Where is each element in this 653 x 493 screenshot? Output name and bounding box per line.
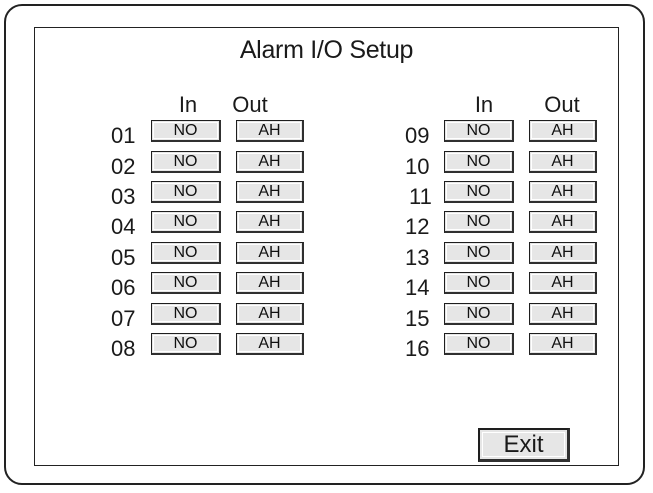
alarm-out-field-14[interactable]: AH [529, 272, 597, 294]
channel-number: 16 [405, 336, 430, 361]
alarm-out-field-03[interactable]: AH [236, 181, 304, 203]
alarm-out-field-04[interactable]: AH [236, 211, 304, 233]
alarm-in-field-10[interactable]: NO [444, 151, 514, 173]
alarm-out-field-09[interactable]: AH [529, 120, 597, 142]
channel-number: 01 [111, 123, 136, 148]
channel-number: 02 [111, 154, 136, 179]
channel-number: 04 [111, 214, 136, 239]
channel-number: 10 [405, 154, 430, 179]
alarm-in-field-05[interactable]: NO [151, 242, 221, 264]
page-title: Alarm I/O Setup [239, 36, 414, 64]
exit-button[interactable]: Exit [478, 428, 570, 462]
alarm-out-field-11[interactable]: AH [529, 181, 597, 203]
alarm-in-field-02[interactable]: NO [151, 151, 221, 173]
in-column-header-right: In [474, 92, 494, 117]
alarm-out-field-16[interactable]: AH [529, 333, 597, 355]
alarm-out-field-13[interactable]: AH [529, 242, 597, 264]
alarm-out-field-01[interactable]: AH [236, 120, 304, 142]
out-column-header-left: Out [232, 92, 268, 117]
channel-number: 05 [111, 245, 136, 270]
channel-number: 15 [405, 306, 430, 331]
alarm-in-field-16[interactable]: NO [444, 333, 514, 355]
alarm-out-field-05[interactable]: AH [236, 242, 304, 264]
channel-number: 06 [111, 275, 136, 300]
alarm-in-field-14[interactable]: NO [444, 272, 514, 294]
channel-number: 08 [111, 336, 136, 361]
alarm-in-field-08[interactable]: NO [151, 333, 221, 355]
channel-number: 12 [405, 214, 430, 239]
channel-number: 03 [111, 184, 136, 209]
alarm-in-field-06[interactable]: NO [151, 272, 221, 294]
alarm-out-field-15[interactable]: AH [529, 303, 597, 325]
channel-number: 11 [409, 184, 432, 209]
alarm-out-field-07[interactable]: AH [236, 303, 304, 325]
alarm-out-field-08[interactable]: AH [236, 333, 304, 355]
channel-number: 14 [405, 275, 430, 300]
alarm-io-setup-panel: Alarm I/O Setup In Out In Out 01 NO AH 0… [34, 27, 619, 466]
alarm-in-field-04[interactable]: NO [151, 211, 221, 233]
alarm-in-field-11[interactable]: NO [444, 181, 514, 203]
channel-number: 09 [405, 123, 430, 148]
alarm-in-field-09[interactable]: NO [444, 120, 514, 142]
channel-number: 07 [111, 306, 136, 331]
alarm-out-field-10[interactable]: AH [529, 151, 597, 173]
alarm-in-field-15[interactable]: NO [444, 303, 514, 325]
alarm-out-field-06[interactable]: AH [236, 272, 304, 294]
alarm-out-field-12[interactable]: AH [529, 211, 597, 233]
alarm-in-field-03[interactable]: NO [151, 181, 221, 203]
out-column-header-right: Out [544, 92, 580, 117]
channel-number: 13 [405, 245, 430, 270]
alarm-out-field-02[interactable]: AH [236, 151, 304, 173]
alarm-in-field-07[interactable]: NO [151, 303, 221, 325]
alarm-in-field-01[interactable]: NO [151, 120, 221, 142]
alarm-in-field-13[interactable]: NO [444, 242, 514, 264]
alarm-in-field-12[interactable]: NO [444, 211, 514, 233]
